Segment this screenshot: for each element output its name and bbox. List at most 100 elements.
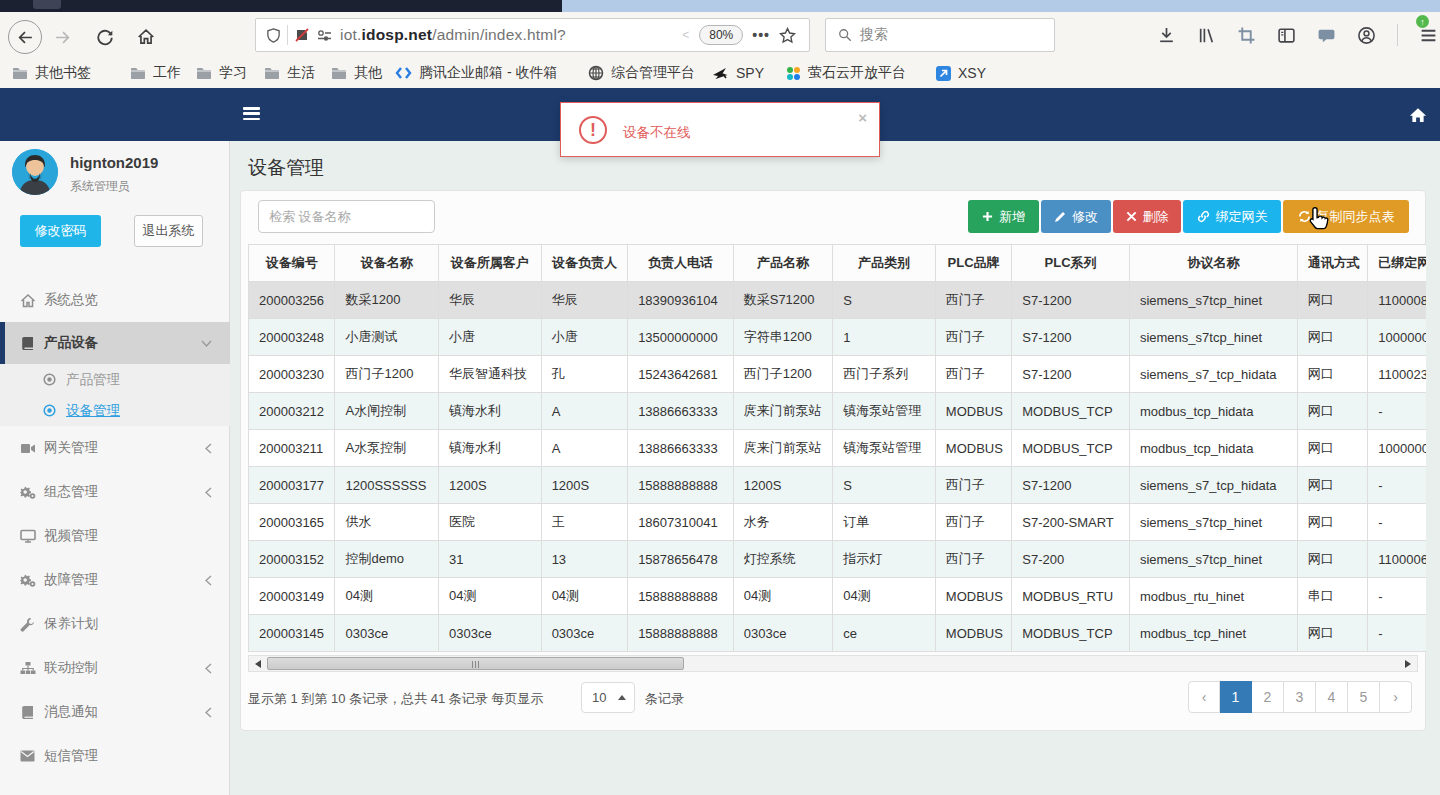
page-button[interactable]: 4 <box>1316 681 1348 713</box>
account-icon[interactable] <box>1357 26 1376 45</box>
page-button[interactable]: 1 <box>1220 681 1252 713</box>
table-row[interactable]: 2000031450303ce0303ce0303ce1588888888803… <box>249 615 1427 652</box>
copy-sync-table-button[interactable]: 复制同步点表 <box>1283 200 1409 233</box>
folder-icon <box>12 67 28 80</box>
bookmark-star-icon[interactable] <box>779 27 796 44</box>
table-row[interactable]: 200003152控制demo311315878656478灯控系统指示灯西门子… <box>249 541 1427 578</box>
autoplay-blocked-icon[interactable] <box>294 27 310 43</box>
table-row[interactable]: 200003165供水医院王18607310041水务订单西门子S7-200-S… <box>249 504 1427 541</box>
logout-button[interactable]: 退出系统 <box>134 215 203 247</box>
scrollbar-thumb[interactable] <box>267 657 684 670</box>
bookmark-item[interactable]: 生活 <box>264 58 315 88</box>
folder-icon <box>264 67 280 80</box>
page-button[interactable]: 2 <box>1252 681 1284 713</box>
shield-icon[interactable] <box>266 28 281 43</box>
sidebar-item[interactable]: 产品设备 <box>0 322 230 364</box>
permissions-icon[interactable] <box>317 29 332 42</box>
table-row[interactable]: 2000031771200SSSSSS1200S1200S15888888888… <box>249 467 1427 504</box>
sidebar-subitem[interactable]: 设备管理 <box>0 395 230 426</box>
sidebar-toggle-icon[interactable] <box>1277 26 1296 45</box>
sidebar-item[interactable]: 消息通知 <box>0 690 230 734</box>
search-bar[interactable]: 搜索 <box>825 18 1055 52</box>
bookmark-item[interactable]: 萤石云开放平台 <box>786 58 906 88</box>
zoom-badge[interactable]: 80% <box>699 25 743 45</box>
home-button[interactable] <box>137 28 155 46</box>
column-header[interactable]: 通讯方式 <box>1297 245 1367 282</box>
table-row[interactable]: 200003248小唐测试小唐小唐13500000000字符串12001西门子S… <box>249 319 1427 356</box>
delete-button[interactable]: 删除 <box>1113 200 1181 233</box>
column-header[interactable]: 产品类别 <box>833 245 936 282</box>
bind-gateway-button[interactable]: 绑定网关 <box>1183 200 1281 233</box>
column-header[interactable]: 负责人电话 <box>628 245 734 282</box>
sidebar-item[interactable]: 组态管理 <box>0 470 230 514</box>
table-cell: 200003152 <box>249 541 335 578</box>
bookmark-item[interactable]: XSY <box>936 58 986 88</box>
screenshot-icon[interactable] <box>1237 26 1256 45</box>
reload-button[interactable] <box>96 28 114 46</box>
column-header[interactable]: 产品名称 <box>733 245 833 282</box>
table-row[interactable]: 200003212A水闸控制镇海水利A13886663333庹来门前泵站镇海泵站… <box>249 393 1427 430</box>
edit-button[interactable]: 修改 <box>1041 200 1111 233</box>
column-header[interactable]: PLC系列 <box>1012 245 1130 282</box>
bookmark-item[interactable]: 综合管理平台 <box>588 58 695 88</box>
bookmark-item[interactable]: 腾讯企业邮箱 - 收件箱 <box>395 58 557 88</box>
download-icon[interactable] <box>1157 26 1176 45</box>
menu-icon[interactable] <box>1419 26 1438 45</box>
library-icon[interactable] <box>1197 26 1216 45</box>
chat-icon[interactable] <box>1317 26 1336 45</box>
table-cell: 西门子1200 <box>733 356 833 393</box>
table-cell: 镇海水利 <box>439 393 542 430</box>
sidebar-item[interactable]: 视频管理 <box>0 514 230 558</box>
table-cell: 订单 <box>833 504 936 541</box>
bookmark-item[interactable]: 工作 <box>130 58 181 88</box>
sidebar-item[interactable]: 故障管理 <box>0 558 230 602</box>
change-password-button[interactable]: 修改密码 <box>20 215 101 247</box>
column-header[interactable]: PLC品牌 <box>935 245 1011 282</box>
add-button[interactable]: 新增 <box>968 200 1039 233</box>
tencent-icon <box>395 66 412 80</box>
forward-button[interactable] <box>54 29 71 46</box>
table-cell: 镇海水利 <box>439 430 542 467</box>
bookmark-item[interactable]: 学习 <box>196 58 247 88</box>
table-row[interactable]: 200003256数采1200华辰华辰18390936104数采S71200S西… <box>249 282 1427 319</box>
sidebar-item[interactable]: 系统总览 <box>0 278 230 322</box>
alert-close-icon[interactable]: × <box>858 109 867 126</box>
app-home-icon[interactable] <box>1408 105 1428 125</box>
table-row[interactable]: 200003211A水泵控制镇海水利A13886663333庹来门前泵站镇海泵站… <box>249 430 1427 467</box>
page-button[interactable]: 5 <box>1348 681 1380 713</box>
table-row[interactable]: 200003230西门子1200华辰智通科技孔15243642681西门子120… <box>249 356 1427 393</box>
table-header-row: 设备编号设备名称设备所属客户设备负责人负责人电话产品名称产品类别PLC品牌PLC… <box>249 245 1427 282</box>
horizontal-scrollbar[interactable] <box>248 655 1418 672</box>
back-button[interactable] <box>8 20 42 54</box>
column-header[interactable]: 已绑定网关 <box>1368 245 1426 282</box>
url-text[interactable]: iot.idosp.net/admin/index.html? <box>340 26 566 44</box>
device-search-input[interactable] <box>258 200 435 233</box>
sidebar-item[interactable]: 联动控制 <box>0 646 230 690</box>
sidebar-collapse-icon[interactable] <box>243 107 260 120</box>
avatar[interactable] <box>12 149 58 195</box>
table-cell: 网口 <box>1297 393 1367 430</box>
column-header[interactable]: 设备名称 <box>335 245 439 282</box>
table-row[interactable]: 20000314904测04测04测1588888888804测04测MODBU… <box>249 578 1427 615</box>
page-size-select[interactable]: 10 <box>581 682 635 713</box>
bookmark-label: 工作 <box>153 64 181 82</box>
sidebar-item[interactable]: 网关管理 <box>0 426 230 470</box>
column-header[interactable]: 设备负责人 <box>541 245 627 282</box>
scroll-left-arrow[interactable] <box>255 660 261 668</box>
column-header[interactable]: 设备编号 <box>249 245 335 282</box>
table-cell: S <box>833 467 936 504</box>
sidebar-subitem[interactable]: 产品管理 <box>0 364 230 395</box>
sidebar-item[interactable]: 保养计划 <box>0 602 230 646</box>
page-prev-button[interactable]: ‹ <box>1188 681 1220 713</box>
bookmark-item[interactable]: 其他书签 <box>12 58 91 88</box>
column-header[interactable]: 设备所属客户 <box>439 245 542 282</box>
scroll-right-arrow[interactable] <box>1405 660 1411 668</box>
page-actions-icon[interactable]: ••• <box>752 27 770 43</box>
sidebar-item[interactable]: 短信管理 <box>0 734 230 778</box>
address-bar[interactable]: iot.idosp.net/admin/index.html? < 80% ••… <box>255 18 810 52</box>
page-next-button[interactable]: › <box>1380 681 1412 713</box>
page-button[interactable]: 3 <box>1284 681 1316 713</box>
column-header[interactable]: 协议名称 <box>1129 245 1297 282</box>
bookmark-item[interactable]: 其他 <box>331 58 382 88</box>
bookmark-item[interactable]: SPY <box>712 58 764 88</box>
